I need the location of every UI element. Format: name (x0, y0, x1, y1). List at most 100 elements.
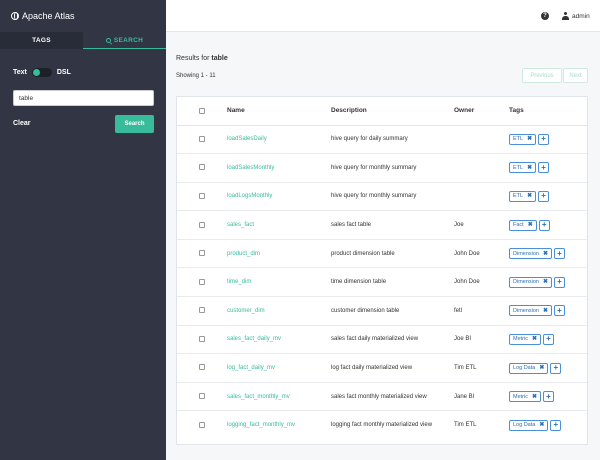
plus-icon[interactable]: + (538, 190, 550, 202)
column-header-description[interactable]: Description (331, 97, 454, 126)
question-circle-icon[interactable]: ? (541, 12, 549, 20)
tag-label: ETL (513, 136, 524, 143)
app-title: Apache Atlas (22, 11, 75, 21)
entity-name-link[interactable]: customer_dim (227, 308, 265, 314)
row-owner (454, 153, 509, 183)
plus-icon[interactable]: + (538, 133, 550, 145)
row-name-cell: sales_fact (227, 210, 331, 240)
times-icon[interactable]: ✖ (532, 393, 537, 401)
row-checkbox[interactable] (199, 364, 205, 371)
tab-search[interactable]: SEARCH (83, 32, 166, 49)
row-name-cell: sales_fact_monthly_mv (227, 382, 331, 412)
entity-name-link[interactable]: loadSalesDaily (227, 136, 267, 142)
row-select-cell (177, 411, 227, 440)
toggle-text-label: Text (13, 69, 27, 76)
times-icon[interactable]: ✖ (527, 192, 532, 200)
tag-chip: Dimension ✖ (509, 305, 553, 317)
row-checkbox[interactable] (199, 164, 205, 171)
row-owner: John Doe (454, 267, 509, 298)
row-description: time dimension table (331, 267, 454, 298)
tag-chip: ETL ✖ (509, 190, 537, 202)
row-checkbox[interactable] (199, 135, 205, 142)
toggle-dsl-label: DSL (56, 69, 71, 76)
row-checkbox[interactable] (199, 278, 205, 285)
tag-label: Dimension (513, 279, 539, 286)
plus-icon[interactable]: + (543, 391, 555, 403)
table-row: sales_fact_monthly_mv sales fact monthly… (177, 382, 587, 412)
times-icon[interactable]: ✖ (543, 307, 548, 315)
entity-name-link[interactable]: log_fact_daily_mv (227, 365, 275, 371)
plus-icon[interactable]: + (538, 219, 550, 231)
plus-icon[interactable]: + (550, 419, 562, 431)
sidebar: Apache Atlas TAGS SEARCH Text DSL Clear … (0, 0, 166, 460)
row-description: sales fact table (331, 210, 454, 240)
row-owner (454, 182, 509, 212)
times-icon[interactable]: ✖ (543, 278, 548, 286)
row-select-cell (177, 325, 227, 355)
plus-icon[interactable]: + (554, 276, 566, 288)
search-input[interactable] (13, 90, 154, 106)
row-select-cell (177, 382, 227, 412)
select-all-checkbox[interactable] (199, 107, 205, 114)
times-icon[interactable]: ✖ (532, 335, 537, 343)
row-checkbox[interactable] (199, 393, 205, 400)
row-description: log fact daily materialized view (331, 353, 454, 383)
entity-name-link[interactable]: sales_fact_monthly_mv (227, 394, 290, 400)
row-tags-cell: Log Data ✖ + (509, 353, 587, 383)
times-icon[interactable]: ✖ (527, 135, 532, 143)
entity-name-link[interactable]: product_dim (227, 251, 260, 257)
times-icon[interactable]: ✖ (539, 421, 544, 429)
tag-label: ETL (513, 164, 524, 171)
tab-tags[interactable]: TAGS (0, 32, 83, 49)
plus-icon[interactable]: + (543, 333, 555, 345)
user-menu[interactable]: admin (562, 12, 590, 20)
row-tags-cell: ETL ✖ + (509, 182, 587, 212)
row-checkbox[interactable] (199, 421, 205, 428)
tag-chip: Log Data ✖ (509, 362, 549, 374)
row-checkbox[interactable] (199, 335, 205, 342)
user-icon (562, 12, 569, 20)
plus-icon[interactable]: + (550, 362, 562, 374)
row-tags-cell: Dimension ✖ + (509, 296, 587, 326)
row-checkbox[interactable] (199, 221, 205, 228)
times-icon[interactable]: ✖ (528, 221, 533, 229)
row-name-cell: loadSalesDaily (227, 125, 331, 155)
row-description: hive query for daily summary (331, 125, 454, 155)
search-button[interactable]: Search (115, 115, 154, 133)
tab-tags-label: TAGS (32, 37, 51, 44)
plus-icon[interactable]: + (554, 305, 566, 317)
row-checkbox[interactable] (199, 250, 205, 257)
table-row: log_fact_daily_mv log fact daily materia… (177, 353, 587, 383)
row-select-cell (177, 153, 227, 183)
entity-name-link[interactable]: loadSalesMonthly (227, 165, 274, 171)
table-row: sales_fact_daily_mv sales fact daily mat… (177, 325, 587, 355)
search-icon (105, 37, 111, 43)
tag-label: Metric (513, 393, 528, 400)
entity-name-link[interactable]: logging_fact_monthly_mv (227, 422, 295, 428)
times-icon[interactable]: ✖ (539, 364, 544, 372)
table-row: loadSalesDaily hive query for daily summ… (177, 125, 587, 155)
entity-name-link[interactable]: loadLogsMonthly (227, 193, 272, 199)
row-owner: John Doe (454, 239, 509, 269)
row-checkbox[interactable] (199, 307, 205, 314)
row-checkbox[interactable] (199, 192, 205, 199)
text-dsl-switch[interactable] (31, 68, 52, 77)
entity-name-link[interactable]: sales_fact (227, 222, 254, 228)
tag-chip: Metric ✖ (509, 391, 542, 403)
row-tags-cell: Dimension ✖ + (509, 267, 587, 298)
entity-name-link[interactable]: time_dim (227, 279, 251, 285)
next-button[interactable]: Next (563, 68, 588, 83)
tag-label: Log Data (513, 365, 536, 372)
column-header-name[interactable]: Name (227, 97, 331, 126)
row-name-cell: loadSalesMonthly (227, 153, 331, 183)
times-icon[interactable]: ✖ (527, 164, 532, 172)
clear-button[interactable]: Clear (13, 120, 31, 127)
table-row: customer_dim customer dimension table fe… (177, 296, 587, 326)
plus-icon[interactable]: + (538, 162, 550, 174)
brand[interactable]: Apache Atlas (0, 0, 166, 32)
column-header-owner[interactable]: Owner (454, 97, 509, 126)
entity-name-link[interactable]: sales_fact_daily_mv (227, 336, 281, 342)
previous-button[interactable]: Previous (522, 68, 562, 83)
plus-icon[interactable]: + (554, 248, 566, 260)
times-icon[interactable]: ✖ (543, 250, 548, 258)
